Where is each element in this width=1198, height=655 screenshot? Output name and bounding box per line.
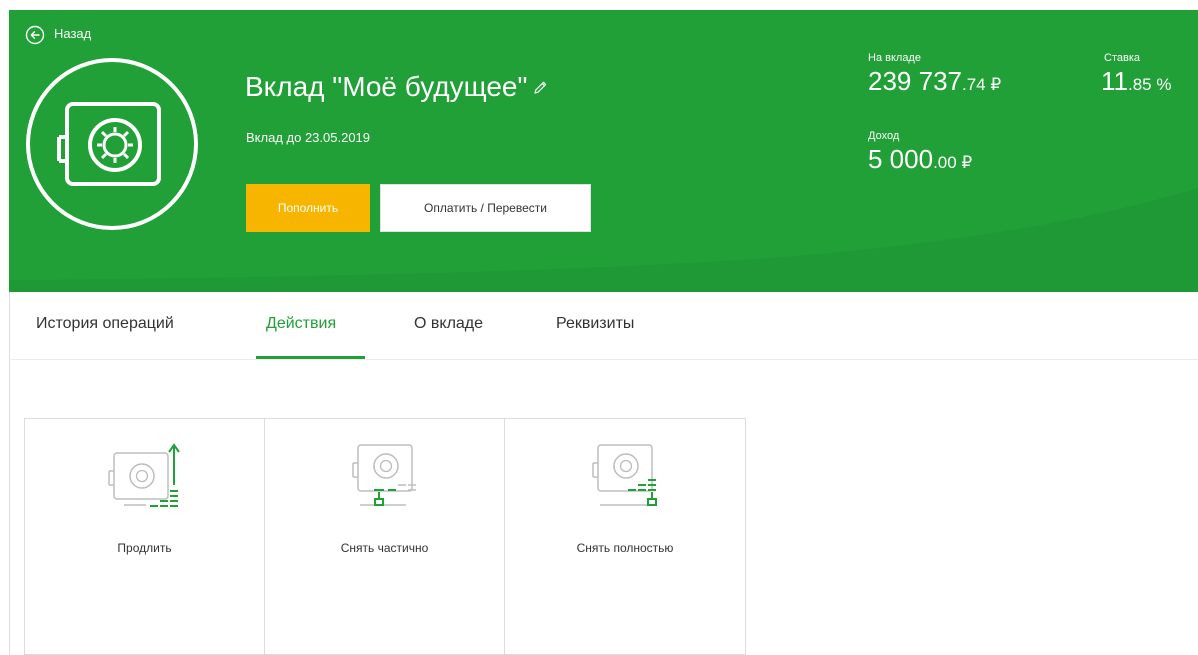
tab-requisites[interactable]: Реквизиты xyxy=(556,315,634,333)
tab-history[interactable]: История операций xyxy=(36,315,174,333)
rate-value: 11.85 % xyxy=(1101,66,1171,97)
safe-icon xyxy=(26,58,198,230)
action-card-full-withdraw[interactable]: Снять полностью xyxy=(505,419,745,654)
deposit-end-date: Вклад до 23.05.2019 xyxy=(246,130,371,145)
action-card-partial-withdraw[interactable]: Снять частично xyxy=(265,419,505,654)
balance-integer: 239 737 xyxy=(868,66,962,96)
actions-grid: Продлить Снять частично Снять полностью xyxy=(24,418,746,655)
balance-value: 239 737.74 ₽ xyxy=(868,66,1001,97)
deposit-title: Вклад "Моё будущее" xyxy=(245,71,548,103)
active-tab-indicator xyxy=(256,356,365,359)
tab-about[interactable]: О вкладе xyxy=(414,315,483,333)
rate-integer: 11 xyxy=(1101,66,1128,96)
action-card-extend[interactable]: Продлить xyxy=(25,419,265,654)
balance-cents: .74 ₽ xyxy=(961,75,1002,94)
safe-extend-icon xyxy=(108,443,180,507)
rate-label: Ставка xyxy=(1104,52,1140,64)
deposit-title-text: Вклад "Моё будущее" xyxy=(245,71,528,102)
action-label-partial-withdraw: Снять частично xyxy=(340,541,429,555)
action-label-full-withdraw: Снять полностью xyxy=(576,541,674,555)
action-label-extend: Продлить xyxy=(117,541,172,555)
pay-transfer-button[interactable]: Оплатить / Перевести xyxy=(380,184,591,232)
deposit-header: Назад Вклад "Моё будущее" Вклад до 23.05… xyxy=(9,10,1198,292)
safe-full-withdraw-icon xyxy=(592,444,657,506)
back-arrow-icon xyxy=(25,25,45,45)
back-label: Назад xyxy=(54,25,92,41)
deposit-tabs: История операций Действия О вкладе Рекви… xyxy=(9,292,1198,360)
replenish-button[interactable]: Пополнить xyxy=(246,184,370,232)
rate-cents: .85 % xyxy=(1128,75,1172,94)
income-integer: 5 000 xyxy=(868,144,934,174)
balance-label: На вкладе xyxy=(868,52,921,64)
back-button[interactable]: Назад xyxy=(25,25,91,45)
safe-partial-withdraw-icon xyxy=(352,444,416,506)
income-cents: .00 ₽ xyxy=(933,153,973,172)
edit-pencil-icon[interactable] xyxy=(532,80,548,96)
tab-actions[interactable]: Действия xyxy=(266,315,336,333)
income-value: 5 000.00 ₽ xyxy=(868,144,972,175)
income-label: Доход xyxy=(868,130,900,142)
